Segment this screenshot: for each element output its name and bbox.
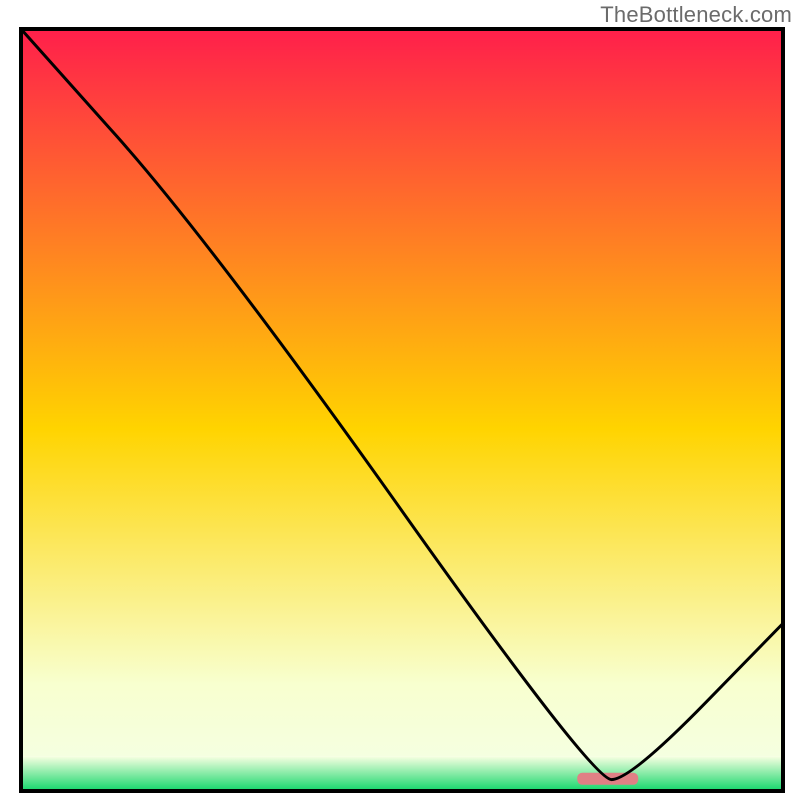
chart-container: TheBottleneck.com: [0, 0, 800, 800]
green-band: [21, 757, 783, 791]
chart-svg: [0, 0, 800, 800]
plot-background: [21, 29, 783, 757]
